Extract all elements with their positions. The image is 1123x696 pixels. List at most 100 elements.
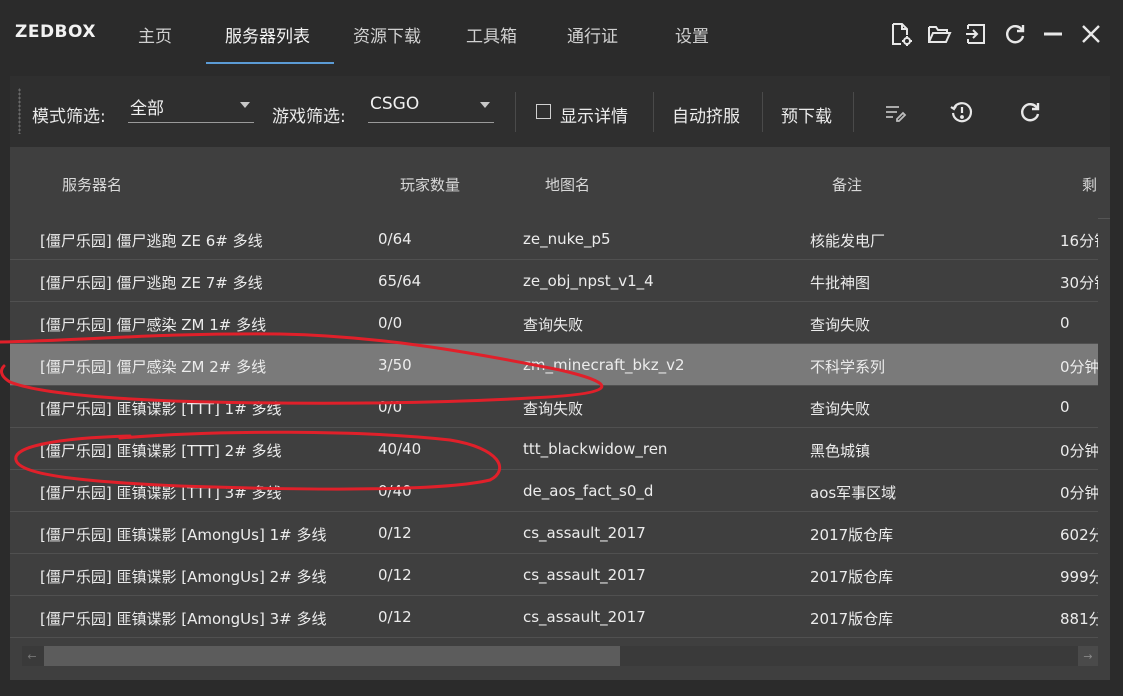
map-cell: zm_minecraft_bkz_v2: [523, 356, 685, 374]
toolbar-divider: [653, 92, 654, 132]
server-name-cell: [僵尸乐园] 匪镇谍影 [TTT] 3# 多线: [40, 484, 282, 502]
header-server-name[interactable]: 服务器名: [62, 174, 122, 195]
minimize-icon[interactable]: [1039, 20, 1067, 48]
history-alert-icon[interactable]: [948, 98, 976, 126]
app-window: ZEDBOX 主页 服务器列表 资源下载 工具箱 通行证 设置 模式筛选: 全部…: [0, 0, 1123, 696]
map-cell: ttt_blackwidow_ren: [523, 440, 668, 458]
mode-filter-select[interactable]: 全部: [128, 92, 254, 123]
remaining-cell: 16分钟: [1060, 232, 1098, 250]
players-cell: 0/12: [378, 524, 412, 542]
scroll-right-arrow-icon[interactable]: →: [1078, 646, 1098, 666]
active-tab-indicator: [206, 62, 334, 64]
players-cell: 0/64: [378, 230, 412, 248]
remaining-cell: 0: [1060, 398, 1070, 416]
server-list-panel: 模式筛选: 全部 游戏筛选: CSGO 显示详情 自动挤服 预下载 服务器名 玩…: [10, 76, 1110, 680]
table-row[interactable]: [僵尸乐园] 匪镇谍影 [AmongUs] 1# 多线 0/12 cs_assa…: [10, 512, 1098, 554]
scroll-left-arrow-icon[interactable]: ←: [22, 646, 42, 666]
server-name-cell: [僵尸乐园] 僵尸感染 ZM 1# 多线: [40, 316, 267, 334]
remaining-cell: 999分: [1060, 568, 1098, 586]
folder-open-icon[interactable]: [925, 20, 953, 48]
table-row[interactable]: [僵尸乐园] 僵尸逃跑 ZE 7# 多线 65/64 ze_obj_npst_v…: [10, 260, 1098, 302]
close-icon[interactable]: [1077, 20, 1105, 48]
mode-filter-value: 全部: [130, 99, 164, 119]
note-cell: 牛批神图: [810, 274, 871, 292]
edit-list-icon[interactable]: [881, 98, 909, 126]
players-cell: 65/64: [378, 272, 422, 290]
map-cell: 查询失败: [523, 400, 584, 418]
note-cell: 查询失败: [810, 400, 871, 418]
server-name-cell: [僵尸乐园] 僵尸感染 ZM 2# 多线: [40, 358, 267, 376]
map-cell: de_aos_fact_s0_d: [523, 482, 654, 500]
remaining-cell: 0分钟: [1060, 442, 1098, 460]
game-filter-select[interactable]: CSGO: [368, 92, 494, 123]
map-cell: 查询失败: [523, 316, 584, 334]
show-details-label[interactable]: 显示详情: [560, 102, 628, 127]
chevron-down-icon: [480, 102, 490, 108]
table-row[interactable]: [僵尸乐园] 僵尸逃跑 ZE 6# 多线 0/64 ze_nuke_p5 核能发…: [10, 218, 1098, 260]
note-cell: 核能发电厂: [810, 232, 886, 250]
remaining-cell: 30分钟: [1060, 274, 1098, 292]
players-cell: 0/0: [378, 398, 403, 416]
header-map-name[interactable]: 地图名: [545, 174, 590, 195]
predownload-button[interactable]: 预下载: [781, 102, 832, 127]
note-cell: 不科学系列: [810, 358, 886, 376]
tab-downloads[interactable]: 资源下载: [353, 22, 421, 47]
tab-settings[interactable]: 设置: [675, 22, 709, 47]
note-cell: 查询失败: [810, 316, 871, 334]
server-name-cell: [僵尸乐园] 匪镇谍影 [TTT] 1# 多线: [40, 400, 282, 418]
horizontal-scrollbar[interactable]: ← →: [22, 646, 1098, 666]
table-row[interactable]: [僵尸乐园] 匪镇谍影 [TTT] 3# 多线 0/40 de_aos_fact…: [10, 470, 1098, 512]
note-cell: 2017版仓库: [810, 610, 894, 628]
toolbar-divider: [515, 92, 516, 132]
server-name-cell: [僵尸乐园] 匪镇谍影 [AmongUs] 1# 多线: [40, 526, 327, 544]
title-bar: ZEDBOX 主页 服务器列表 资源下载 工具箱 通行证 设置: [0, 0, 1123, 66]
remaining-cell: 0分钟: [1060, 358, 1098, 376]
toolbar-grip[interactable]: [18, 88, 21, 134]
remaining-cell: 0: [1060, 314, 1070, 332]
filter-toolbar: 模式筛选: 全部 游戏筛选: CSGO 显示详情 自动挤服 预下载: [10, 76, 1110, 147]
map-cell: cs_assault_2017: [523, 566, 646, 584]
players-cell: 3/50: [378, 356, 412, 374]
table-row[interactable]: [僵尸乐园] 匪镇谍影 [TTT] 1# 多线 0/0 查询失败 查询失败 0: [10, 386, 1098, 428]
refresh-icon[interactable]: [1001, 20, 1029, 48]
show-details-checkbox[interactable]: [536, 104, 551, 119]
server-table-body: [僵尸乐园] 僵尸逃跑 ZE 6# 多线 0/64 ze_nuke_p5 核能发…: [10, 218, 1098, 638]
tab-pass[interactable]: 通行证: [567, 22, 618, 47]
auto-join-button[interactable]: 自动挤服: [672, 102, 740, 127]
window-controls: [887, 20, 1105, 48]
tab-toolbox[interactable]: 工具箱: [466, 22, 517, 47]
scrollbar-thumb[interactable]: [44, 646, 620, 666]
header-note[interactable]: 备注: [832, 174, 862, 195]
game-filter-label: 游戏筛选:: [272, 107, 346, 127]
players-cell: 0/0: [378, 314, 403, 332]
refresh-icon[interactable]: [1016, 98, 1044, 126]
table-row[interactable]: [僵尸乐园] 匪镇谍影 [AmongUs] 3# 多线 0/12 cs_assa…: [10, 596, 1098, 638]
map-cell: ze_obj_npst_v1_4: [523, 272, 654, 290]
note-cell: 黑色城镇: [810, 442, 871, 460]
players-cell: 0/12: [378, 608, 412, 626]
app-brand: ZEDBOX: [15, 22, 96, 42]
remaining-cell: 0分钟: [1060, 484, 1098, 502]
mode-filter-label: 模式筛选:: [32, 107, 106, 127]
players-cell: 0/40: [378, 482, 412, 500]
table-row[interactable]: [僵尸乐园] 匪镇谍影 [TTT] 2# 多线 40/40 ttt_blackw…: [10, 428, 1098, 470]
table-row[interactable]: [僵尸乐园] 僵尸感染 ZM 1# 多线 0/0 查询失败 查询失败 0: [10, 302, 1098, 344]
toolbar-divider: [762, 92, 763, 132]
server-name-cell: [僵尸乐园] 匪镇谍影 [TTT] 2# 多线: [40, 442, 282, 460]
remaining-cell: 881分: [1060, 610, 1098, 628]
players-cell: 0/12: [378, 566, 412, 584]
note-cell: 2017版仓库: [810, 526, 894, 544]
players-cell: 40/40: [378, 440, 422, 458]
file-settings-icon[interactable]: [887, 20, 915, 48]
tab-server-list[interactable]: 服务器列表: [225, 22, 310, 47]
server-name-cell: [僵尸乐园] 僵尸逃跑 ZE 7# 多线: [40, 274, 263, 292]
game-filter-value: CSGO: [370, 94, 420, 114]
map-cell: ze_nuke_p5: [523, 230, 611, 248]
tab-home[interactable]: 主页: [138, 22, 172, 47]
header-remaining[interactable]: 剩: [1082, 174, 1097, 195]
map-cell: cs_assault_2017: [523, 608, 646, 626]
header-player-count[interactable]: 玩家数量: [400, 174, 460, 195]
table-row-selected[interactable]: [僵尸乐园] 僵尸感染 ZM 2# 多线 3/50 zm_minecraft_b…: [10, 344, 1098, 386]
sign-in-icon[interactable]: [963, 20, 991, 48]
table-row[interactable]: [僵尸乐园] 匪镇谍影 [AmongUs] 2# 多线 0/12 cs_assa…: [10, 554, 1098, 596]
